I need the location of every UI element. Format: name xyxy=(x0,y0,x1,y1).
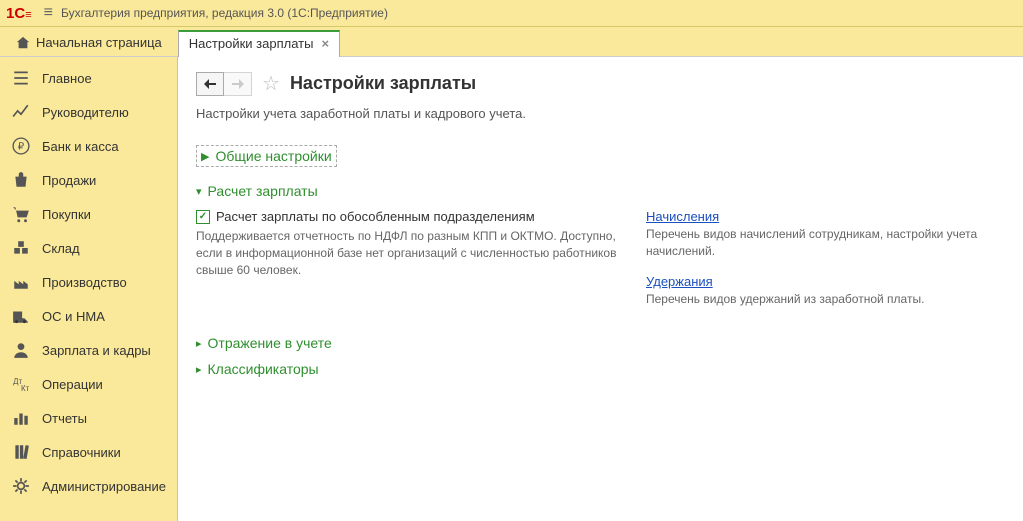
chevron-down-icon: ▾ xyxy=(196,185,202,198)
home-icon xyxy=(16,36,30,50)
sidebar-item-label: Операции xyxy=(42,377,103,392)
chart-line-icon xyxy=(12,103,30,121)
chevron-right-icon: ▸ xyxy=(196,363,202,376)
titlebar: 1C≡ ≡ Бухгалтерия предприятия, редакция … xyxy=(0,0,1023,27)
sidebar-item-label: Склад xyxy=(42,241,80,256)
sidebar-item-reports[interactable]: Отчеты xyxy=(0,401,177,435)
page-subtitle: Настройки учета заработной платы и кадро… xyxy=(196,106,1005,121)
person-icon xyxy=(12,341,30,359)
sidebar-item-label: Банк и касса xyxy=(42,139,119,154)
menu-icon[interactable]: ≡ xyxy=(44,4,53,22)
nav-back-button[interactable] xyxy=(196,72,224,96)
sidebar-item-admin[interactable]: Администрирование xyxy=(0,469,177,503)
section-calc[interactable]: ▾ Расчет зарплаты xyxy=(196,183,1005,199)
tab-label: Настройки зарплаты xyxy=(189,36,314,51)
sidebar-item-bank[interactable]: ₽ Банк и касса xyxy=(0,129,177,163)
tab-salary-settings[interactable]: Настройки зарплаты × xyxy=(178,30,340,57)
sidebar-item-manager[interactable]: Руководителю xyxy=(0,95,177,129)
hint-accruals: Перечень видов начислений сотрудникам, н… xyxy=(646,226,1005,260)
svg-text:Кт: Кт xyxy=(21,384,30,393)
section-label: Общие настройки xyxy=(215,148,331,164)
sidebar-item-label: Главное xyxy=(42,71,92,86)
close-icon[interactable]: × xyxy=(321,36,329,51)
tab-home-label: Начальная страница xyxy=(36,35,162,50)
hint-deductions: Перечень видов удержаний из заработной п… xyxy=(646,291,1005,308)
app-title: Бухгалтерия предприятия, редакция 3.0 (1… xyxy=(61,6,388,20)
sidebar: Главное Руководителю ₽ Банк и касса Прод… xyxy=(0,57,178,521)
main-content: ☆ Настройки зарплаты Настройки учета зар… xyxy=(178,57,1023,521)
factory-icon xyxy=(12,273,30,291)
nav-forward-button[interactable] xyxy=(224,72,252,96)
list-icon xyxy=(12,69,30,87)
bars-icon xyxy=(12,409,30,427)
sidebar-item-references[interactable]: Справочники xyxy=(0,435,177,469)
truck-icon xyxy=(12,307,30,325)
boxes-icon xyxy=(12,239,30,257)
chevron-right-icon: ▸ xyxy=(196,337,202,350)
checkbox-hint: Поддерживается отчетность по НДФЛ по раз… xyxy=(196,228,636,278)
sidebar-item-label: Руководителю xyxy=(42,105,129,120)
link-deductions[interactable]: Удержания xyxy=(646,274,713,289)
app-logo-icon: 1C≡ xyxy=(6,5,32,22)
chevron-right-icon: ▶ xyxy=(201,150,209,163)
sidebar-item-label: Справочники xyxy=(42,445,121,460)
sidebar-item-production[interactable]: Производство xyxy=(0,265,177,299)
sidebar-item-sales[interactable]: Продажи xyxy=(0,163,177,197)
checkbox-label: Расчет зарплаты по обособленным подразде… xyxy=(216,209,535,224)
tabs-bar: Начальная страница Настройки зарплаты × xyxy=(0,27,1023,57)
sidebar-item-salary[interactable]: Зарплата и кадры xyxy=(0,333,177,367)
sidebar-item-label: ОС и НМА xyxy=(42,309,105,324)
sidebar-item-warehouse[interactable]: Склад xyxy=(0,231,177,265)
cart-icon xyxy=(12,205,30,223)
books-icon xyxy=(12,443,30,461)
gear-icon xyxy=(12,477,30,495)
arrow-left-icon xyxy=(203,78,217,90)
checkbox-separate-divisions[interactable]: ✓ xyxy=(196,210,210,224)
sidebar-item-purchases[interactable]: Покупки xyxy=(0,197,177,231)
tab-home[interactable]: Начальная страница xyxy=(4,29,174,56)
section-classifiers[interactable]: ▸ Классификаторы xyxy=(196,361,1005,377)
page-title: Настройки зарплаты xyxy=(290,73,476,94)
sidebar-item-label: Зарплата и кадры xyxy=(42,343,151,358)
svg-text:₽: ₽ xyxy=(18,141,25,152)
section-label: Расчет зарплаты xyxy=(208,183,318,199)
section-common[interactable]: ▶ Общие настройки xyxy=(196,145,337,167)
sidebar-item-label: Отчеты xyxy=(42,411,87,426)
sidebar-item-label: Производство xyxy=(42,275,127,290)
arrow-right-icon xyxy=(231,78,245,90)
sidebar-item-main[interactable]: Главное xyxy=(0,61,177,95)
ruble-icon: ₽ xyxy=(12,137,30,155)
sidebar-item-label: Администрирование xyxy=(42,479,166,494)
sidebar-item-operations[interactable]: ДтКт Операции xyxy=(0,367,177,401)
bag-icon xyxy=(12,171,30,189)
section-label: Классификаторы xyxy=(208,361,319,377)
section-label: Отражение в учете xyxy=(208,335,332,351)
section-reflect[interactable]: ▸ Отражение в учете xyxy=(196,335,1005,351)
sidebar-item-assets[interactable]: ОС и НМА xyxy=(0,299,177,333)
operations-icon: ДтКт xyxy=(12,375,30,393)
sidebar-item-label: Продажи xyxy=(42,173,96,188)
star-icon[interactable]: ☆ xyxy=(262,71,280,96)
link-accruals[interactable]: Начисления xyxy=(646,209,719,224)
sidebar-item-label: Покупки xyxy=(42,207,91,222)
